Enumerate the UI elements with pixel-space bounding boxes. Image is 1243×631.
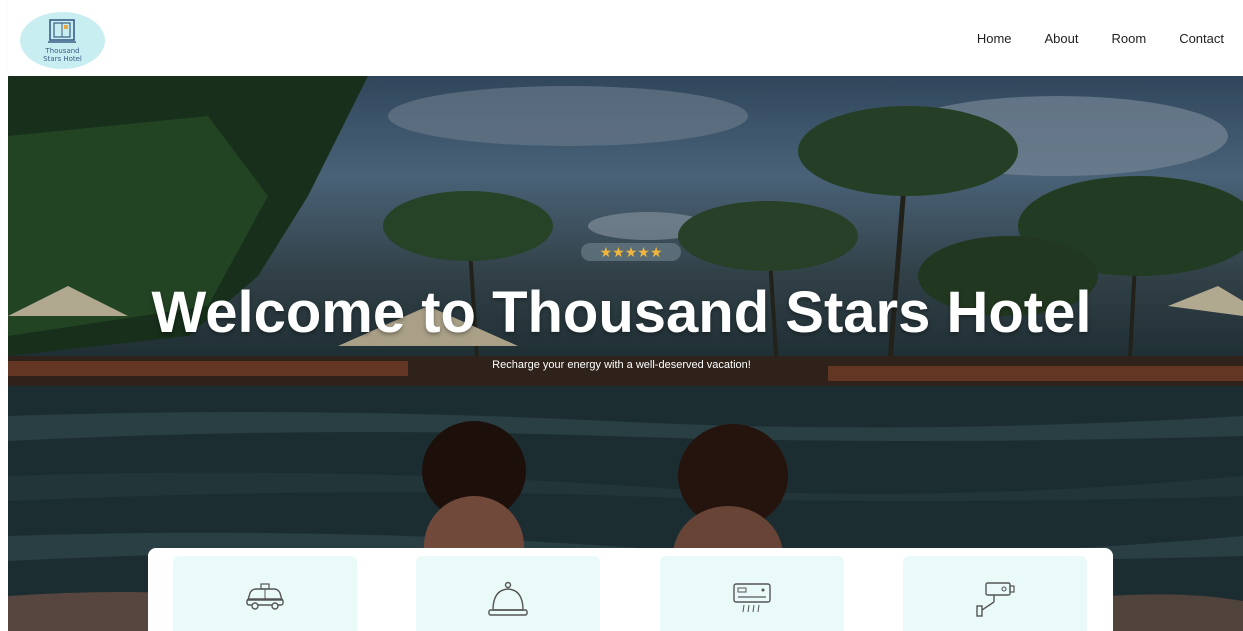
logo-text-line-1: Thousand [45,47,80,55]
feature-card-air-conditioning[interactable] [660,556,844,631]
nav-link-home[interactable]: Home [977,31,1012,46]
hero-subtitle: Recharge your energy with a well-deserve… [492,359,751,371]
features-panel [148,548,1113,631]
logo-text-line-2: Stars Hotel [43,55,82,63]
feature-card-security[interactable] [903,556,1087,631]
nav-link-about[interactable]: About [1045,31,1079,46]
reception-bell-icon [488,581,528,616]
rating-badge: ★★★★★ [581,243,681,261]
nav-link-contact[interactable]: Contact [1179,31,1224,46]
rating-stars: ★★★★★ [599,244,663,260]
hotel-logo[interactable]: Thousand Stars Hotel [20,12,105,69]
site-header: Thousand Stars Hotel Home About Room Con… [8,0,1243,76]
feature-card-taxi[interactable] [173,556,357,631]
taxi-icon [246,583,284,610]
air-conditioner-icon [733,583,771,613]
feature-card-reception[interactable] [416,556,600,631]
hotel-window-icon [48,19,76,43]
main-nav: Home About Room Contact [944,31,1224,46]
hero-title: Welcome to Thousand Stars Hotel [151,280,1092,345]
security-camera-icon [976,582,1015,617]
nav-link-room[interactable]: Room [1112,31,1147,46]
